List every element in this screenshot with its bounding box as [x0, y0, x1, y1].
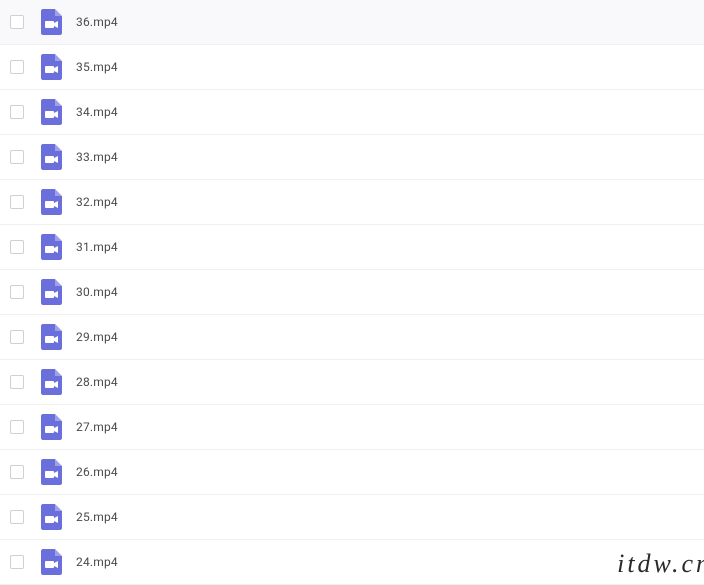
video-file-icon — [40, 189, 62, 215]
video-file-icon — [40, 324, 62, 350]
file-row[interactable]: 28.mp4 — [0, 360, 704, 405]
file-checkbox[interactable] — [10, 510, 24, 524]
video-file-icon — [40, 99, 62, 125]
video-file-icon — [40, 279, 62, 305]
file-row[interactable]: 35.mp4 — [0, 45, 704, 90]
file-checkbox[interactable] — [10, 285, 24, 299]
file-row[interactable]: 27.mp4 — [0, 405, 704, 450]
file-row[interactable]: 24.mp4 — [0, 540, 704, 585]
video-file-icon — [40, 234, 62, 260]
file-checkbox[interactable] — [10, 15, 24, 29]
file-checkbox[interactable] — [10, 105, 24, 119]
video-file-icon — [40, 9, 62, 35]
file-name-label: 33.mp4 — [76, 150, 118, 164]
file-name-label: 28.mp4 — [76, 375, 118, 389]
file-name-label: 30.mp4 — [76, 285, 118, 299]
video-file-icon — [40, 459, 62, 485]
file-checkbox[interactable] — [10, 420, 24, 434]
file-checkbox[interactable] — [10, 240, 24, 254]
video-file-icon — [40, 504, 62, 530]
file-row[interactable]: 30.mp4 — [0, 270, 704, 315]
file-row[interactable]: 31.mp4 — [0, 225, 704, 270]
file-checkbox[interactable] — [10, 150, 24, 164]
file-checkbox[interactable] — [10, 330, 24, 344]
file-name-label: 29.mp4 — [76, 330, 118, 344]
file-row[interactable]: 36.mp4 — [0, 0, 704, 45]
file-name-label: 35.mp4 — [76, 60, 118, 74]
file-checkbox[interactable] — [10, 195, 24, 209]
file-name-label: 24.mp4 — [76, 555, 118, 569]
file-name-label: 32.mp4 — [76, 195, 118, 209]
file-row[interactable]: 26.mp4 — [0, 450, 704, 495]
file-checkbox[interactable] — [10, 60, 24, 74]
file-list: 36.mp4 35.mp4 34.mp4 33.mp4 32.mp4 31.mp… — [0, 0, 704, 585]
file-checkbox[interactable] — [10, 465, 24, 479]
file-name-label: 31.mp4 — [76, 240, 118, 254]
video-file-icon — [40, 144, 62, 170]
file-name-label: 27.mp4 — [76, 420, 118, 434]
file-row[interactable]: 32.mp4 — [0, 180, 704, 225]
video-file-icon — [40, 54, 62, 80]
file-row[interactable]: 34.mp4 — [0, 90, 704, 135]
file-row[interactable]: 33.mp4 — [0, 135, 704, 180]
file-checkbox[interactable] — [10, 555, 24, 569]
file-name-label: 36.mp4 — [76, 15, 118, 29]
file-checkbox[interactable] — [10, 375, 24, 389]
file-row[interactable]: 25.mp4 — [0, 495, 704, 540]
video-file-icon — [40, 414, 62, 440]
file-name-label: 25.mp4 — [76, 510, 118, 524]
file-row[interactable]: 29.mp4 — [0, 315, 704, 360]
file-name-label: 26.mp4 — [76, 465, 118, 479]
file-name-label: 34.mp4 — [76, 105, 118, 119]
video-file-icon — [40, 549, 62, 575]
video-file-icon — [40, 369, 62, 395]
